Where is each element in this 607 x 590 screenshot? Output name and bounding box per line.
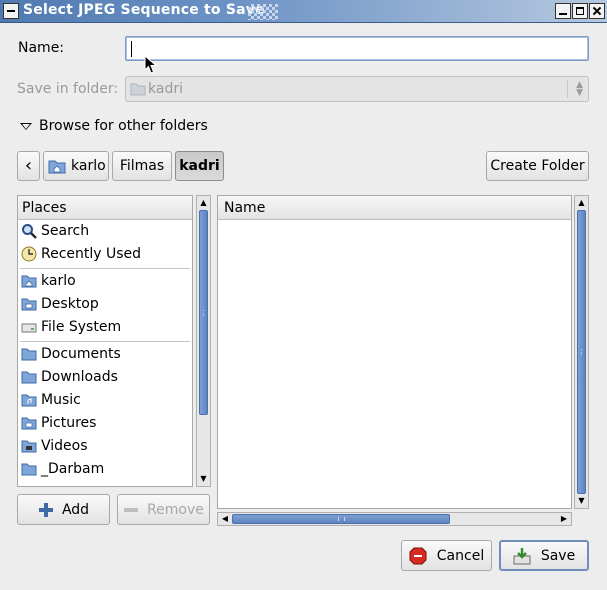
place-item-downloads[interactable]: Downloads <box>18 366 192 388</box>
title-bar[interactable]: Select JPEG Sequence to Save <box>0 0 607 23</box>
files-pane[interactable]: Name <box>217 195 572 509</box>
save-in-folder-label: Save in folder: <box>17 81 119 97</box>
window-title: Select JPEG Sequence to Save <box>23 2 265 18</box>
minimize-button[interactable] <box>555 3 571 19</box>
path-segment-label: karlo <box>71 158 106 174</box>
folder-icon <box>21 463 37 476</box>
places-scrollbar[interactable]: ▲ ▼ <box>196 195 211 487</box>
place-item-label: Search <box>41 223 90 239</box>
recent-icon <box>21 246 37 262</box>
places-separator <box>20 268 190 269</box>
place-item-recently-used[interactable]: Recently Used <box>18 243 192 265</box>
scroll-up-arrow-icon[interactable]: ▲ <box>575 196 588 210</box>
minus-icon <box>124 507 139 512</box>
place-item-label: Music <box>41 392 81 408</box>
place-item-music[interactable]: Music <box>18 389 192 411</box>
place-item-karlo[interactable]: karlo <box>18 270 192 292</box>
place-item-desktop[interactable]: Desktop <box>18 293 192 315</box>
create-folder-label: Create Folder <box>490 158 585 174</box>
place-item-pictures[interactable]: Pictures <box>18 412 192 434</box>
window-menu-button[interactable] <box>3 3 19 19</box>
files-vertical-scroll-thumb[interactable] <box>577 210 586 494</box>
scroll-up-arrow-icon[interactable]: ▲ <box>197 196 210 210</box>
scroll-down-arrow-icon[interactable]: ▼ <box>575 494 588 508</box>
files-horizontal-scrollbar[interactable]: ◀ ▶ <box>217 512 572 526</box>
home-folder-icon <box>48 160 66 174</box>
place-item-search[interactable]: Search <box>18 220 192 242</box>
save-in-folder-value: kadri <box>148 81 183 97</box>
remove-place-button[interactable]: Remove <box>117 494 210 525</box>
files-horizontal-scroll-thumb[interactable] <box>232 514 450 524</box>
place-item-label: Pictures <box>41 415 97 431</box>
place-item-label: File System <box>41 319 122 335</box>
home-folder-icon <box>21 275 37 288</box>
folder-icon <box>21 371 37 384</box>
path-segment-label: kadri <box>179 158 220 174</box>
path-back-button[interactable]: ‹ <box>17 151 40 181</box>
mouse-pointer-icon <box>144 55 158 74</box>
videos-folder-icon <box>21 440 37 453</box>
places-separator <box>20 341 190 342</box>
scroll-down-arrow-icon[interactable]: ▼ <box>197 472 210 486</box>
folder-icon <box>130 83 146 96</box>
places-header[interactable]: Places <box>18 196 192 220</box>
text-caret <box>131 41 132 57</box>
music-folder-icon <box>21 394 37 407</box>
pictures-folder-icon <box>21 417 37 430</box>
desktop-folder-icon <box>21 298 37 311</box>
scroll-grip <box>338 517 345 521</box>
create-folder-button[interactable]: Create Folder <box>486 151 589 181</box>
files-name-column-header[interactable]: Name <box>218 196 571 220</box>
stop-icon <box>409 547 427 564</box>
combo-arrows-icon: ▲ ▼ <box>576 80 583 98</box>
files-vertical-scrollbar[interactable]: ▲ ▼ <box>574 195 589 509</box>
place-item-label: Recently Used <box>41 246 142 262</box>
place-item-label: Videos <box>41 438 88 454</box>
place-item-videos[interactable]: Videos <box>18 435 192 457</box>
name-label: Name: <box>18 40 65 56</box>
plus-icon <box>38 502 53 517</box>
title-bar-decoration <box>248 4 278 20</box>
path-segment-filmas[interactable]: Filmas <box>112 151 172 181</box>
maximize-button[interactable] <box>572 3 588 19</box>
place-item-label: Desktop <box>41 296 99 312</box>
place-item-darbam[interactable]: _Darbam <box>18 458 192 480</box>
remove-label: Remove <box>147 501 204 518</box>
save-icon <box>513 547 531 564</box>
cancel-button[interactable]: Cancel <box>401 540 492 571</box>
save-button[interactable]: Save <box>499 540 589 571</box>
save-in-folder-combo[interactable]: kadri ▲ ▼ <box>125 76 589 102</box>
browse-expander-label: Browse for other folders <box>39 118 208 134</box>
scroll-grip <box>203 309 204 316</box>
places-scroll-thumb[interactable] <box>199 210 208 415</box>
places-header-label: Places <box>22 200 67 216</box>
cancel-label: Cancel <box>436 547 485 564</box>
scroll-left-arrow-icon[interactable]: ◀ <box>218 513 232 525</box>
place-item-label: Downloads <box>41 369 118 385</box>
place-item-label: karlo <box>41 273 76 289</box>
path-segment-karlo[interactable]: karlo <box>43 151 109 181</box>
place-item-label: _Darbam <box>41 461 105 477</box>
expander-triangle-icon <box>20 123 32 130</box>
scroll-right-arrow-icon[interactable]: ▶ <box>557 513 571 525</box>
add-place-button[interactable]: Add <box>17 494 110 525</box>
drive-icon <box>21 323 37 333</box>
path-segment-kadri[interactable]: kadri <box>175 151 224 181</box>
place-item-file-system[interactable]: File System <box>18 316 192 338</box>
chevron-left-icon: ‹ <box>24 155 33 176</box>
folder-icon <box>21 348 37 361</box>
save-label: Save <box>540 547 576 564</box>
scroll-grip <box>581 349 582 355</box>
search-icon <box>22 224 37 239</box>
places-pane[interactable]: Places Search Recently Used karlo Deskto… <box>17 195 193 487</box>
files-header-label: Name <box>224 200 266 216</box>
add-label: Add <box>61 501 90 518</box>
name-input[interactable] <box>125 36 589 61</box>
place-item-label: Documents <box>41 346 121 362</box>
close-button[interactable] <box>589 3 605 19</box>
combo-separator <box>567 80 568 98</box>
path-segment-label: Filmas <box>119 158 165 174</box>
place-item-documents[interactable]: Documents <box>18 343 192 365</box>
